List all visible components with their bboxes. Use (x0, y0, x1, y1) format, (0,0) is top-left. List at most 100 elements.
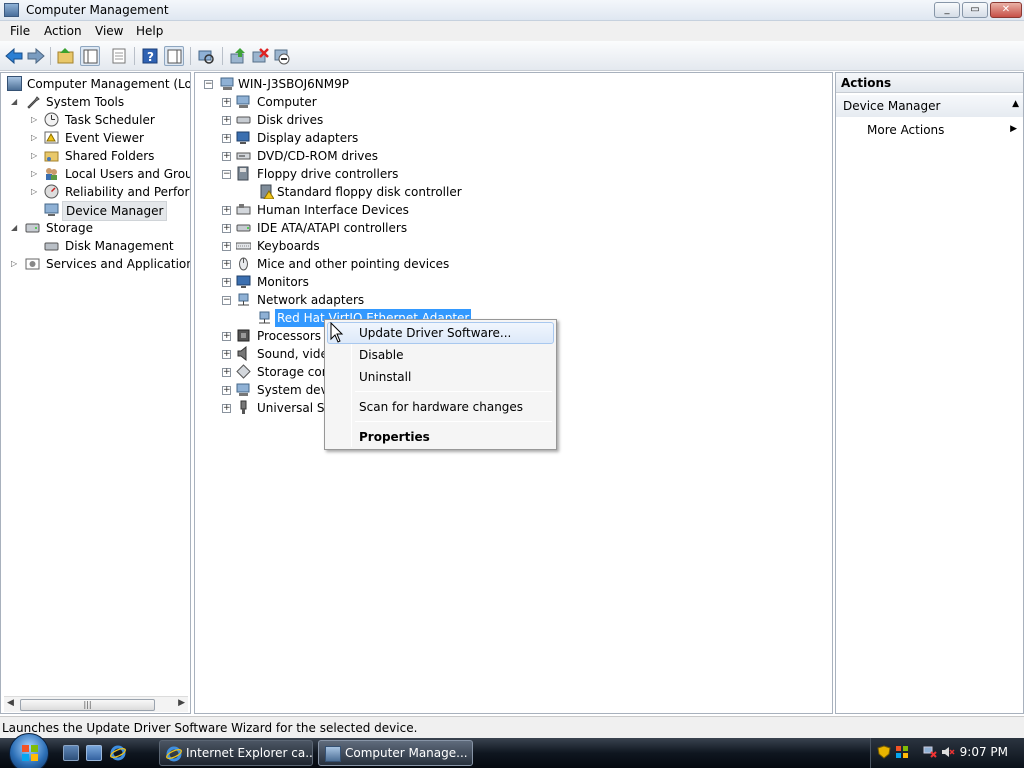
properties-icon[interactable] (109, 46, 129, 66)
taskbar: Internet Explorer ca... Computer Manage.… (0, 733, 1024, 768)
collapsed-arrow-icon[interactable]: ▷ (31, 129, 37, 147)
menu-help[interactable]: Help (136, 24, 163, 38)
taskbar-button-computer-management[interactable]: Computer Manage... (318, 740, 473, 766)
system-device-icon (236, 382, 251, 397)
expand-toggle[interactable]: + (222, 404, 231, 413)
windows-logo-icon (22, 745, 38, 761)
disk-management-icon (44, 238, 59, 253)
storage-controller-icon (236, 364, 251, 379)
floppy-controller-warning-icon (259, 184, 275, 200)
minimize-button[interactable]: _ (934, 2, 960, 18)
switch-windows-icon[interactable] (86, 745, 102, 761)
taskbar-button-internet-explorer[interactable]: Internet Explorer ca... (159, 740, 313, 766)
collapse-toggle[interactable]: − (204, 80, 213, 89)
expand-toggle[interactable]: + (222, 134, 231, 143)
internet-explorer-icon (166, 746, 182, 762)
expand-toggle[interactable]: + (222, 98, 231, 107)
scroll-right-icon[interactable]: ▶ (178, 698, 185, 708)
uninstall-icon[interactable] (250, 46, 270, 66)
menu-properties[interactable]: Properties (327, 426, 554, 448)
expand-toggle[interactable]: + (222, 332, 231, 341)
show-hide-tree-icon[interactable] (80, 46, 100, 66)
show-hide-action-pane-icon[interactable] (164, 46, 184, 66)
clock[interactable]: 9:07 PM (960, 745, 1008, 759)
back-icon[interactable] (4, 46, 24, 66)
title-bar: Computer Management _ ▭ ✕ (0, 0, 1024, 21)
menu-scan-hardware-changes[interactable]: Scan for hardware changes (327, 396, 554, 418)
collapsed-arrow-icon[interactable]: ▷ (11, 255, 17, 273)
collapse-arrow-icon[interactable]: ▲ (1012, 99, 1019, 109)
clock-icon (44, 112, 59, 127)
expand-toggle[interactable]: + (222, 350, 231, 359)
hid-icon (236, 202, 251, 217)
expand-toggle[interactable]: + (222, 224, 231, 233)
disable-icon[interactable] (272, 46, 292, 66)
computer-management-icon (7, 76, 22, 91)
more-actions-link[interactable]: More Actions (867, 123, 944, 137)
svg-text:?: ? (147, 50, 154, 64)
shared-folder-icon (44, 148, 59, 163)
collapsed-arrow-icon[interactable]: ▷ (31, 147, 37, 165)
close-button[interactable]: ✕ (990, 2, 1022, 18)
toolbar: ? (0, 41, 1024, 71)
menu-view[interactable]: View (95, 24, 123, 38)
expand-toggle[interactable]: + (222, 386, 231, 395)
collapse-toggle[interactable]: − (222, 296, 231, 305)
expand-toggle[interactable]: + (222, 278, 231, 287)
scan-hardware-icon[interactable] (196, 46, 216, 66)
internet-explorer-icon[interactable] (110, 745, 126, 761)
horizontal-scrollbar[interactable]: ◀ ||| ▶ (4, 696, 188, 712)
help-icon[interactable]: ? (140, 46, 160, 66)
computer-management-icon (325, 746, 341, 762)
expanded-arrow-icon[interactable]: ◢ (11, 93, 17, 111)
ide-controller-icon (236, 220, 251, 235)
forward-icon[interactable] (26, 46, 46, 66)
usb-icon (236, 400, 251, 415)
collapse-toggle[interactable]: − (222, 170, 231, 179)
mouse-cursor-icon (330, 322, 344, 343)
expand-toggle[interactable]: + (222, 242, 231, 251)
display-adapter-icon (236, 130, 251, 145)
actions-group-device-manager[interactable]: Device Manager ▲ (836, 95, 1023, 117)
maximize-button[interactable]: ▭ (962, 2, 988, 18)
expand-toggle[interactable]: + (222, 116, 231, 125)
menu-update-driver-software[interactable]: Update Driver Software... (327, 322, 554, 344)
scrollbar-thumb[interactable]: ||| (20, 699, 155, 711)
computer-management-icon (4, 3, 19, 17)
expanded-arrow-icon[interactable]: ◢ (11, 219, 17, 237)
storage-icon (25, 220, 40, 235)
show-desktop-icon[interactable] (63, 745, 79, 761)
start-button[interactable] (9, 733, 49, 768)
event-viewer-icon (44, 130, 59, 145)
volume-icon[interactable] (941, 745, 955, 759)
menu-action[interactable]: Action (44, 24, 82, 38)
network-disconnected-icon[interactable] (923, 745, 937, 759)
context-menu: Update Driver Software... Disable Uninst… (324, 319, 557, 450)
computer-icon (236, 94, 251, 109)
security-shield-icon[interactable] (877, 745, 891, 759)
collapsed-arrow-icon[interactable]: ▷ (31, 111, 37, 129)
device-manager-icon (44, 202, 59, 217)
up-folder-icon[interactable] (56, 46, 76, 66)
menu-file[interactable]: File (10, 24, 30, 38)
update-driver-icon[interactable] (228, 46, 248, 66)
expand-toggle[interactable]: + (222, 206, 231, 215)
taskbar-button-label: Computer Manage... (345, 746, 468, 760)
windows-flag-tray-icon[interactable] (895, 745, 909, 759)
expand-toggle[interactable]: + (222, 152, 231, 161)
menu-uninstall[interactable]: Uninstall (327, 366, 554, 388)
menu-disable[interactable]: Disable (327, 344, 554, 366)
network-adapter-icon (257, 310, 272, 325)
dvd-drive-icon (236, 148, 251, 163)
computer-icon (220, 76, 235, 91)
expand-toggle[interactable]: + (222, 368, 231, 377)
collapsed-arrow-icon[interactable]: ▷ (31, 183, 37, 201)
scroll-left-icon[interactable]: ◀ (7, 698, 14, 708)
floppy-controller-icon (236, 166, 251, 181)
collapsed-arrow-icon[interactable]: ▷ (31, 165, 37, 183)
submenu-arrow-icon[interactable]: ▶ (1010, 124, 1017, 134)
tools-icon (25, 94, 40, 109)
mouse-icon (236, 256, 251, 271)
processor-icon (236, 328, 251, 343)
expand-toggle[interactable]: + (222, 260, 231, 269)
